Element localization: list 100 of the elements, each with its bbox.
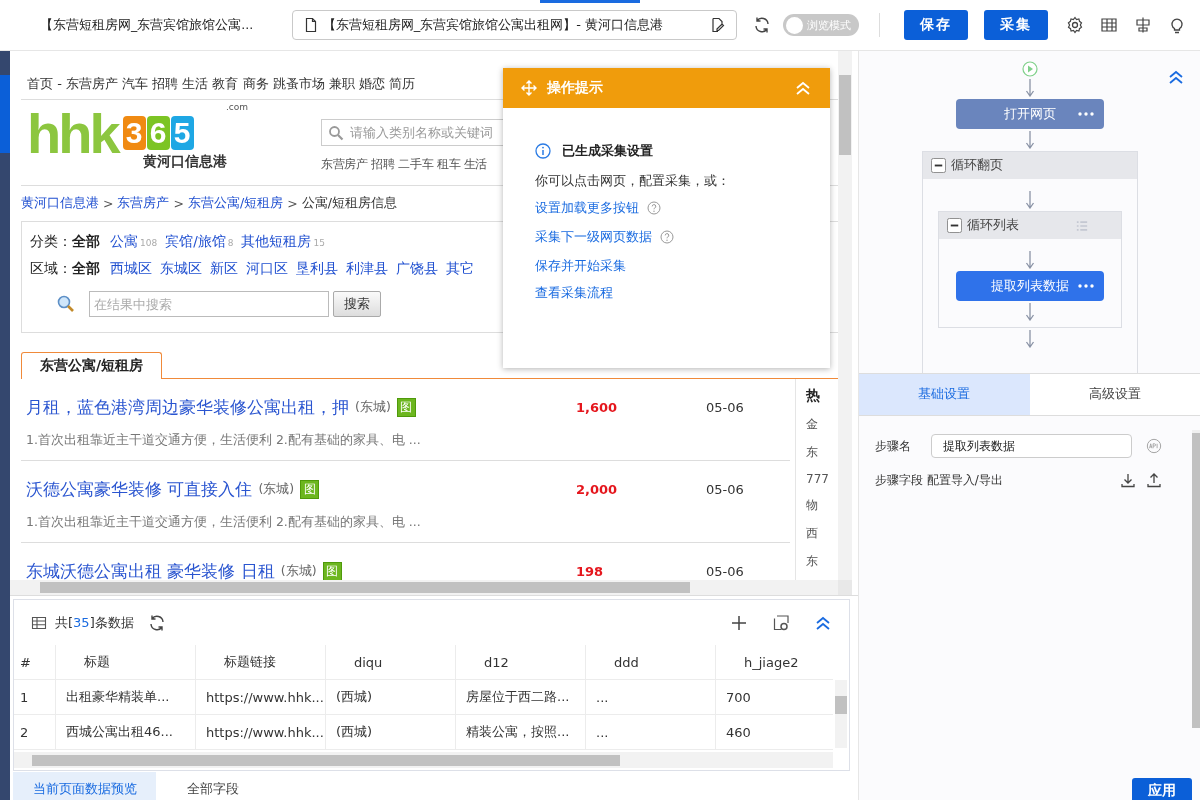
breadcrumb-item[interactable]: 东营公寓/短租房 xyxy=(187,195,284,212)
settings-tab[interactable]: 基础设置 xyxy=(859,374,1030,415)
popup-link[interactable]: 保存并开始采集 xyxy=(535,257,626,275)
workflow-step[interactable]: 打开网页 xyxy=(955,99,1104,129)
popup-link[interactable]: 查看采集流程 xyxy=(535,284,613,302)
breadcrumb-item[interactable]: 黄河口信息港 xyxy=(21,195,99,212)
column-header[interactable]: d12 xyxy=(456,645,586,679)
category-tab[interactable]: 东营公寓/短租房 xyxy=(21,352,162,379)
filter-option[interactable]: 广饶县 xyxy=(396,259,438,278)
column-header[interactable]: 标题链接 xyxy=(196,645,326,679)
popup-heading: 已生成采集设置 xyxy=(562,142,653,160)
column-header[interactable]: # xyxy=(14,645,56,679)
preview-tab[interactable]: 全部字段 xyxy=(174,772,252,800)
settings-icon[interactable] xyxy=(1066,16,1084,34)
filter-option[interactable]: 垦利县 xyxy=(296,259,338,278)
filter-all[interactable]: 全部 xyxy=(72,232,100,251)
filter-option[interactable]: 西城区 xyxy=(110,259,152,278)
preview-tab[interactable]: 当前页面数据预览 xyxy=(13,772,156,800)
listing-price: 198 xyxy=(576,564,605,579)
toolbar-button[interactable]: 采集 xyxy=(984,10,1048,40)
more-icon[interactable] xyxy=(1077,112,1094,116)
listing-description: 1.首次出租靠近主干道交通方便，生活便利 2.配有基础的家具、电 ... xyxy=(26,432,422,449)
table-horizontal-scrollbar[interactable] xyxy=(14,752,833,768)
listing-price: 1,600 xyxy=(576,400,619,415)
listing-area: (东城) xyxy=(280,563,317,580)
listing-date: 05-06 xyxy=(706,400,744,415)
side-link[interactable]: 金 xyxy=(806,416,818,433)
photo-badge: 图 xyxy=(300,480,320,499)
column-header[interactable]: 标题 xyxy=(56,645,196,679)
table-cell: ... xyxy=(586,680,716,714)
apply-button[interactable]: 应用 xyxy=(1132,778,1192,800)
photo-badge: 图 xyxy=(396,398,416,417)
column-header[interactable]: ddd xyxy=(586,645,716,679)
edit-icon[interactable] xyxy=(710,17,727,33)
filter-option[interactable]: 东城区 xyxy=(160,259,202,278)
plus-icon[interactable] xyxy=(730,613,748,632)
horizontal-scrollbar[interactable] xyxy=(10,580,838,595)
settings-tab[interactable]: 高级设置 xyxy=(1029,374,1200,415)
column-header[interactable]: h_jiage2 xyxy=(716,645,816,679)
side-heading: 热 xyxy=(806,387,820,405)
breadcrumb-item: 公寓/短租房信息 xyxy=(301,195,397,212)
filter-all[interactable]: 全部 xyxy=(72,259,100,278)
download-icon[interactable] xyxy=(1120,472,1136,488)
refresh-icon[interactable] xyxy=(147,613,166,632)
collapse-icon[interactable] xyxy=(1167,68,1185,86)
listing-title[interactable]: 月租，蓝色港湾周边豪华装修公寓出租，押 xyxy=(26,396,349,419)
side-link[interactable]: 物 xyxy=(806,497,818,514)
workflow-step[interactable]: 提取列表数据 xyxy=(955,271,1104,301)
side-link[interactable]: 西 xyxy=(806,525,818,542)
table-vertical-scrollbar[interactable] xyxy=(835,680,847,748)
table-cell: (西城) xyxy=(326,680,456,714)
filter-option[interactable]: 新区 xyxy=(210,259,238,278)
filter-option[interactable]: 宾馆/旅馆 xyxy=(165,232,226,251)
url-field[interactable]: 【东营短租房网_东营宾馆旅馆公寓出租网】- 黄河口信息港 xyxy=(291,10,738,40)
step-name-label: 步骤名 xyxy=(875,437,912,455)
breadcrumb-item[interactable]: 东营房产 xyxy=(117,195,170,212)
page-title[interactable]: 【东营短租房网_东营宾馆旅馆公寓... xyxy=(40,16,272,34)
flow-arrow xyxy=(1024,79,1035,97)
field-settings-icon[interactable] xyxy=(772,613,790,632)
layout-icon[interactable] xyxy=(1134,16,1152,34)
toolbar-button[interactable]: 保存 xyxy=(904,10,969,40)
table-cell: 精装公寓，按照... xyxy=(456,715,586,749)
table-cell: 出租豪华精装单... xyxy=(56,680,196,714)
step-fields-label: 步骤字段 配置导入/导出 xyxy=(875,471,1003,489)
info-icon xyxy=(535,143,551,159)
column-header[interactable]: diqu xyxy=(326,645,456,679)
side-link[interactable]: 777 xyxy=(806,472,829,486)
table-cell: 2 xyxy=(14,715,56,749)
filter-option[interactable]: 公寓 xyxy=(110,232,138,251)
table-icon[interactable] xyxy=(1100,16,1118,34)
filter-label: 分类： xyxy=(30,232,72,251)
photo-badge: 图 xyxy=(322,562,342,580)
side-link[interactable]: 东 xyxy=(806,553,818,570)
lightbulb-icon[interactable] xyxy=(1168,16,1186,34)
step-name-field[interactable]: 提取列表数据 xyxy=(931,434,1132,458)
collapse-toggle-icon[interactable] xyxy=(930,158,946,173)
filter-option[interactable]: 河口区 xyxy=(246,259,288,278)
search-button[interactable]: 搜索 xyxy=(333,291,381,317)
listing-title[interactable]: 沃德公寓豪华装修 可直接入住 xyxy=(26,478,253,501)
filter-option[interactable]: 利津县 xyxy=(346,259,388,278)
collapse-toggle-icon[interactable] xyxy=(946,218,962,233)
table-cell: 房屋位于西二路... xyxy=(456,680,586,714)
side-link[interactable]: 东 xyxy=(806,444,818,461)
search-icon xyxy=(328,124,344,141)
table-cell-text: 700 xyxy=(725,688,752,707)
filter-option[interactable]: 其它 xyxy=(446,259,474,278)
breadcrumb-separator: > xyxy=(287,196,298,211)
upload-icon[interactable] xyxy=(1146,472,1162,488)
more-icon[interactable] xyxy=(1077,284,1094,288)
popup-link[interactable]: 设置加载更多按钮 xyxy=(535,199,639,217)
popup-link[interactable]: 采集下一级网页数据 xyxy=(535,228,652,246)
filter-option[interactable]: 其他短租房 xyxy=(241,232,312,251)
vertical-scrollbar[interactable] xyxy=(838,51,852,580)
table-cell: https://www.hhk... xyxy=(196,715,326,749)
refresh-icon[interactable] xyxy=(753,16,772,34)
flow-arrow xyxy=(1024,303,1035,321)
flow-arrow xyxy=(1024,191,1035,209)
flow-arrow xyxy=(1024,330,1035,348)
top-nav-links[interactable]: 首页 - 东营房产 汽车 招聘 生活 教育 商务 跳蚤市场 兼职 婚恋 简历 xyxy=(27,75,416,93)
listing-title[interactable]: 东城沃德公寓出租 豪华装修 日租 xyxy=(26,560,275,580)
